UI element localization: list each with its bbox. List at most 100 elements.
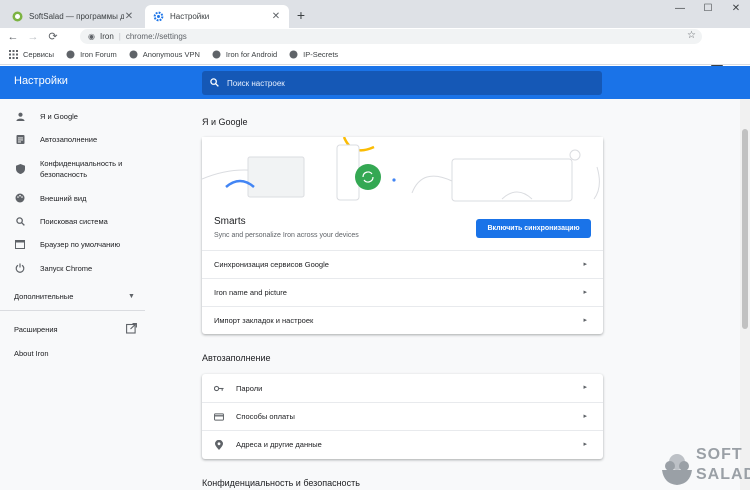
sidebar-item-label: Браузер по умолчанию	[40, 239, 121, 249]
autofill-card: Пароли ▸ Способы оплаты ▸ Адреса и други…	[202, 374, 603, 459]
bookmark-item[interactable]: Iron Forum	[66, 50, 117, 59]
row-addresses[interactable]: Адреса и другие данные ▸	[202, 430, 603, 458]
tab-title: Настройки	[170, 12, 210, 21]
chevron-right-icon: ▸	[583, 384, 587, 391]
close-icon[interactable]: ✕	[124, 11, 134, 22]
globe-icon	[66, 50, 75, 59]
row-name-picture[interactable]: Iron name and picture ▸	[202, 278, 603, 306]
sidebar-extensions-label: Расширения	[14, 325, 58, 334]
sidebar-item-search-engine[interactable]: Поисковая система	[0, 211, 150, 231]
salad-bowl-icon	[662, 454, 692, 485]
browser-icon	[15, 239, 25, 249]
forward-button[interactable]: →	[26, 30, 40, 44]
sidebar-item-privacy[interactable]: Конфиденциальность и безопасность	[0, 155, 150, 183]
sidebar-about-label: About Iron	[14, 349, 49, 358]
clipboard-icon	[15, 134, 25, 144]
new-tab-button[interactable]: +	[293, 7, 309, 23]
bookmark-star-icon[interactable]: ☆	[687, 30, 696, 41]
power-icon	[15, 263, 25, 273]
sidebar-item-label: Запуск Chrome	[40, 263, 93, 273]
site-info-icon[interactable]: ◉	[88, 32, 95, 41]
bookmark-label: IP-Secrets	[303, 50, 339, 59]
bookmark-label: Iron Forum	[80, 50, 117, 59]
shield-icon	[15, 164, 25, 174]
apps-grid-icon	[9, 50, 18, 59]
tab-title: SoftSalad — программы для Wi	[29, 12, 124, 21]
bookmark-item[interactable]: Iron for Android	[212, 50, 277, 59]
softsalad-watermark: SOFT SALAD	[660, 446, 750, 490]
scrollbar[interactable]	[740, 99, 750, 490]
row-import[interactable]: Импорт закладок и настроек ▸	[202, 306, 603, 334]
bookmark-item[interactable]: Сервисы	[9, 50, 54, 59]
toolbar: ← → ⟳ ◉ Iron | chrome://settings ☆ ⋮	[0, 28, 750, 70]
watermark-line2: SALAD	[696, 466, 750, 483]
location-pin-icon	[214, 439, 224, 450]
minimize-button[interactable]: —	[666, 0, 694, 20]
row-label: Пароли	[236, 383, 263, 393]
site-label: Iron	[99, 32, 114, 41]
section-title-autofill: Автозаполнение	[202, 353, 271, 363]
sync-button[interactable]: Включить синхронизацию	[476, 219, 591, 238]
bookmark-label: Iron for Android	[225, 50, 278, 59]
softsalad-favicon	[12, 11, 23, 22]
sidebar-item-label: Внешний вид	[40, 193, 87, 203]
close-icon[interactable]: ✕	[271, 11, 281, 22]
you-google-card: Smarts Sync and personalize Iron across …	[202, 137, 603, 334]
row-payment-methods[interactable]: Способы оплаты ▸	[202, 402, 603, 430]
row-label: Способы оплаты	[236, 412, 295, 421]
chevron-right-icon: ▸	[583, 289, 587, 296]
url-text: chrome://settings	[125, 32, 187, 41]
settings-header: Настройки Поиск настроек	[0, 66, 750, 99]
chevron-right-icon: ▸	[583, 413, 587, 420]
bookmark-label: Anonymous VPN	[142, 50, 200, 59]
close-window-button[interactable]: ✕	[722, 0, 750, 20]
reload-button[interactable]: ⟳	[46, 30, 60, 44]
row-label: Адреса и другие данные	[236, 440, 322, 449]
page-title: Настройки	[14, 75, 68, 87]
address-bar[interactable]: ◉ Iron | chrome://settings ☆	[80, 29, 702, 44]
tab-settings[interactable]: Настройки ✕	[145, 5, 289, 28]
sidebar-advanced-label: Дополнительные	[14, 292, 74, 301]
sidebar-item-label: Конфиденциальность и безопасность	[40, 159, 123, 179]
sidebar-item-startup[interactable]: Запуск Chrome	[0, 258, 150, 278]
row-label: Импорт закладок и настроек	[214, 316, 314, 325]
section-title-privacy: Конфиденциальность и безопасность	[202, 478, 360, 488]
tab-softsalad[interactable]: SoftSalad — программы для Wi ✕	[4, 5, 142, 28]
section-title-you-google: Я и Google	[202, 117, 248, 127]
sidebar-divider	[0, 310, 145, 311]
sync-illustration	[202, 137, 603, 207]
sidebar-advanced[interactable]: Дополнительные	[14, 292, 73, 301]
back-button[interactable]: ←	[6, 30, 20, 44]
search-placeholder: Поиск настроек	[227, 78, 285, 88]
bookmarks-bar: Сервисы Iron Forum Anonymous VPN Iron fo…	[0, 45, 750, 65]
search-input[interactable]: Поиск настроек	[202, 71, 602, 95]
row-google-services[interactable]: Синхронизация сервисов Google ▸	[202, 250, 603, 278]
divider: |	[118, 32, 121, 41]
person-icon	[15, 111, 25, 121]
bookmark-item[interactable]: Anonymous VPN	[129, 50, 200, 59]
credit-card-icon	[214, 412, 224, 422]
sidebar-about[interactable]: About Iron	[14, 349, 49, 358]
smarts-subtitle: Sync and personalize Iron across your de…	[214, 232, 359, 239]
chevron-right-icon: ▸	[583, 261, 587, 268]
bookmark-label: Сервисы	[23, 50, 55, 59]
row-passwords[interactable]: Пароли ▸	[202, 374, 603, 402]
scrollbar-thumb[interactable]	[742, 129, 748, 329]
sidebar-item-appearance[interactable]: Внешний вид	[0, 188, 150, 208]
globe-icon	[289, 50, 298, 59]
search-icon	[15, 216, 25, 226]
sidebar-item-label: Автозаполнение	[40, 134, 98, 144]
sidebar-item-autofill[interactable]: Автозаполнение	[0, 129, 150, 149]
key-icon	[214, 383, 224, 393]
watermark-line1: SOFT	[696, 446, 743, 463]
sidebar-item-you-google[interactable]: Я и Google	[0, 106, 150, 126]
bookmark-item[interactable]: IP-Secrets	[289, 50, 338, 59]
tab-strip: SoftSalad — программы для Wi ✕ Настройки…	[0, 0, 750, 28]
maximize-button[interactable]: ☐	[694, 0, 722, 20]
sidebar-extensions[interactable]: Расширения	[14, 325, 58, 334]
palette-icon	[15, 193, 25, 203]
chevron-right-icon: ▸	[583, 441, 587, 448]
chevron-down-icon[interactable]: ▼	[128, 293, 135, 300]
sidebar-item-default-browser[interactable]: Браузер по умолчанию	[0, 234, 150, 254]
open-in-new-icon[interactable]	[126, 323, 137, 336]
